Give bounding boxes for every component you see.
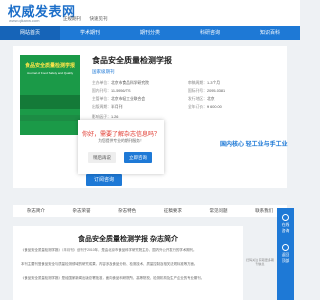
site-url: www.qikanw.com [9, 18, 40, 23]
info-value: 11-5956/TS [110, 89, 131, 93]
journal-category-link[interactable]: 国内核心 轻工业与手工业 [220, 139, 288, 148]
info-label: 出版周期： [92, 105, 111, 109]
site-header: 权威发表网 www.qikanw.com 正规期刊 快速见刊 收录日期 发表指南 [0, 0, 300, 39]
cover-band [20, 95, 80, 109]
info-value: ¥ 600.00 [206, 105, 222, 109]
info-label: 国内刊号： [92, 89, 111, 93]
info-label: 发行地区： [188, 97, 207, 101]
info-label: 主办单位： [92, 81, 111, 85]
tab-requirements[interactable]: 征稿要求 [150, 205, 196, 217]
dialog-subtitle: 为您提供专业的期刊服务！ [98, 139, 144, 143]
info-row: 国内刊号：11-5956/TS [92, 89, 131, 94]
info-row: 出版周期：半月刊 [92, 105, 122, 110]
journal-cover-image: 食品安全质量检测学报 Journal of Food Safety and Qu… [20, 55, 80, 135]
dialog-title: 你好，需要了解杂志信息吗？ [81, 132, 160, 138]
info-value: 半月刊 [110, 105, 123, 109]
info-row: 国际刊号：2095-0381 [188, 89, 225, 94]
info-label: 审稿周期： [188, 81, 207, 85]
info-label: 国际刊号： [188, 89, 207, 93]
info-row: 发行地区：北京 [188, 97, 215, 102]
nav-item-wiki[interactable]: 知识百科 [240, 26, 300, 40]
info-value: 1-3个月 [206, 81, 221, 85]
article-paragraph: 本刊主要刊登食品安全与质量检测领域的研究成果，内容涉及食品分析、检测技术、质量控… [21, 262, 198, 266]
info-row: 主管单位：北京市轻工业联合会 [92, 97, 145, 102]
journal-title: 食品安全质量检测学报 [92, 56, 172, 65]
tab-features[interactable]: 杂志特色 [104, 205, 150, 217]
qr-hint-text: 扫码关注 获取更多期刊信息 [246, 258, 274, 266]
info-label: 影响因子： [92, 115, 111, 119]
article-title: 食品安全质量检测学报 杂志简介 [78, 236, 178, 243]
article-paragraph: 《食品安全质量检测学报》（半月刊）创刊于2010年，是由北京市食品科学研究院主办… [21, 248, 197, 252]
tab-intro[interactable]: 杂志简介 [13, 205, 59, 217]
info-row: 全年订价：¥ 600.00 [188, 105, 222, 110]
journal-intro-article: 食品安全质量检测学报 杂志简介 《食品安全质量检测学报》（半月刊）创刊于2010… [13, 226, 243, 300]
tab-honors[interactable]: 杂志荣誉 [59, 205, 105, 217]
subscribe-consult-button[interactable]: 订阅咨询 [86, 174, 122, 186]
cover-band [20, 115, 80, 121]
arrow-up-icon[interactable] [282, 244, 289, 251]
info-value: 北京市食品科学研究院 [110, 81, 149, 85]
chat-icon[interactable] [282, 214, 289, 221]
journal-level-badge: 国家级期刊 [92, 69, 115, 74]
nav-item-consulting[interactable]: 科研咨询 [180, 26, 240, 40]
nav-item-home[interactable]: 网站首页 [0, 26, 60, 40]
info-value: 北京市轻工业联合会 [110, 97, 146, 101]
consult-dialog: 你好，需要了解杂志信息吗？ 为您提供专业的期刊服务！ 稍后再说 立即咨询 [78, 120, 164, 174]
sidebar-item-top[interactable]: 顶部 [277, 259, 294, 264]
info-row: 审稿周期：1-3个月 [188, 81, 220, 86]
info-label: 全年订价： [188, 105, 207, 109]
info-label: 主管单位： [92, 97, 111, 101]
main-nav: 网站首页 学术期刊 期刊分类 科研咨询 知识百科 [0, 26, 300, 40]
sidebar-item-online[interactable]: 在线 [277, 223, 294, 228]
sidebar-item-back[interactable]: 返回 [277, 253, 294, 258]
article-paragraph: 《食品安全质量检测学报》是经国家新闻出版总署批准，面向食品科研院所、高等院校、检… [21, 276, 205, 280]
info-value: 1.26 [110, 115, 119, 119]
slogan-item: 快速见刊 [89, 16, 108, 21]
info-value: 北京 [206, 97, 215, 101]
info-row: 主办单位：北京市食品科学研究院 [92, 81, 149, 86]
slogan-item: 正规期刊 [63, 16, 81, 21]
nav-item-categories[interactable]: 期刊分类 [120, 26, 180, 40]
tab-faq[interactable]: 常见问题 [196, 205, 242, 217]
cover-title: 食品安全质量检测学报 [24, 63, 75, 69]
journal-tabs: 杂志简介 杂志荣誉 杂志特色 征稿要求 常见问题 联系我们 [13, 205, 287, 217]
nav-item-journals[interactable]: 学术期刊 [60, 26, 120, 40]
floating-sidebar: 在线 咨询 返回 顶部 [277, 208, 294, 300]
dialog-later-button[interactable]: 稍后再说 [88, 152, 116, 163]
dialog-consult-now-button[interactable]: 立即咨询 [124, 152, 152, 163]
cover-subtitle: Journal of Food Safety and Quality [26, 71, 74, 75]
info-value: 2095-0381 [206, 89, 226, 93]
sidebar-item-consult[interactable]: 咨询 [277, 229, 294, 234]
